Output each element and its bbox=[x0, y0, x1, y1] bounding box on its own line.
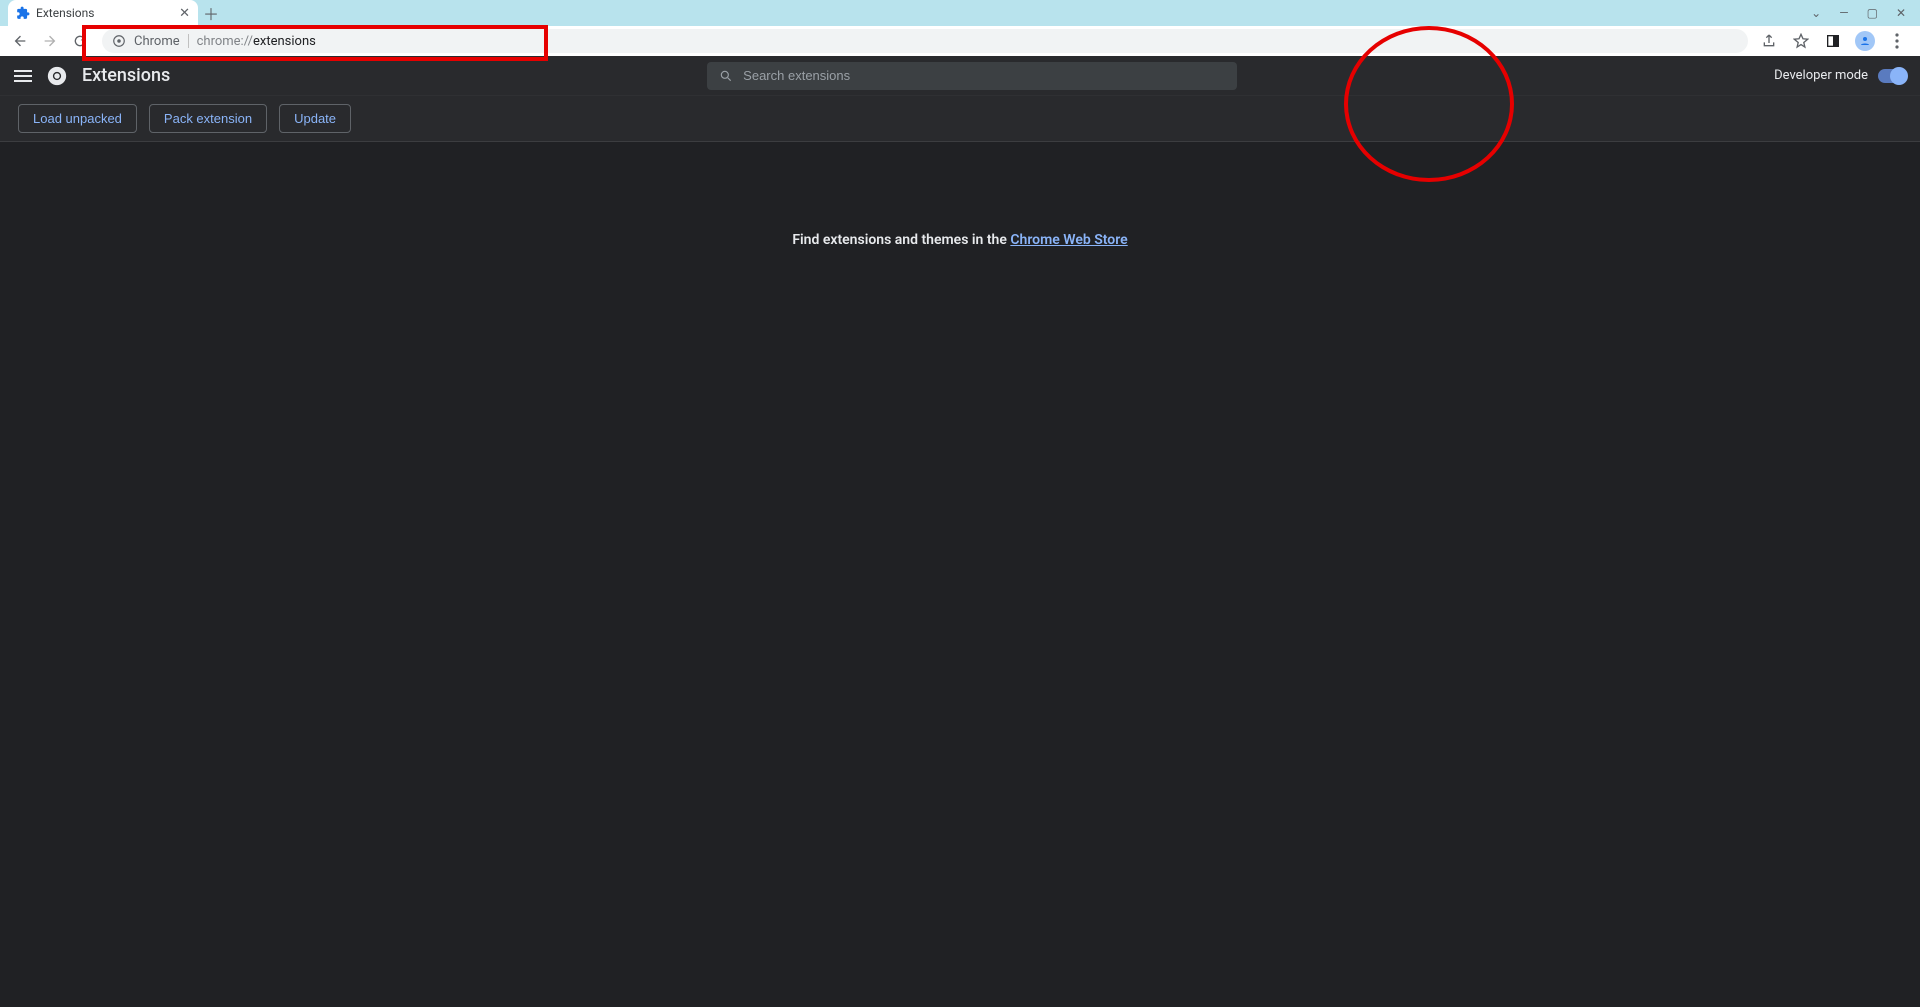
toolbar-right bbox=[1756, 28, 1914, 54]
hamburger-menu-icon[interactable] bbox=[14, 70, 32, 82]
address-bar[interactable]: Chrome chrome://extensions bbox=[102, 29, 1748, 53]
search-extensions[interactable] bbox=[707, 62, 1237, 90]
pack-extension-button[interactable]: Pack extension bbox=[149, 104, 267, 133]
extension-icon bbox=[16, 6, 30, 20]
empty-state-text: Find extensions and themes in the Chrome… bbox=[792, 232, 1127, 1007]
omnibox-prefix: Chrome bbox=[134, 34, 180, 49]
extensions-header: Extensions Developer mode bbox=[0, 56, 1920, 96]
chrome-web-store-link[interactable]: Chrome Web Store bbox=[1010, 232, 1127, 248]
profile-avatar[interactable] bbox=[1852, 28, 1878, 54]
developer-toolbar: Load unpacked Pack extension Update bbox=[0, 96, 1920, 142]
site-info-icon[interactable] bbox=[112, 34, 126, 48]
developer-mode: Developer mode bbox=[1774, 68, 1906, 83]
back-button[interactable] bbox=[6, 27, 34, 55]
minimize-icon[interactable]: — bbox=[1839, 6, 1848, 20]
page-title: Extensions bbox=[82, 65, 170, 86]
browser-titlebar: Extensions ✕ ＋ ⌄ — ▢ ✕ bbox=[0, 0, 1920, 26]
developer-mode-toggle[interactable] bbox=[1878, 69, 1906, 83]
search-icon bbox=[719, 69, 733, 83]
window-controls: ⌄ — ▢ ✕ bbox=[1797, 0, 1920, 26]
browser-toolbar: Chrome chrome://extensions bbox=[0, 26, 1920, 56]
tab-close-icon[interactable]: ✕ bbox=[179, 6, 190, 21]
developer-mode-label: Developer mode bbox=[1774, 68, 1868, 83]
maximize-icon[interactable]: ▢ bbox=[1867, 6, 1878, 20]
avatar-icon bbox=[1855, 31, 1875, 51]
close-icon[interactable]: ✕ bbox=[1896, 6, 1906, 20]
toggle-knob bbox=[1890, 67, 1908, 85]
tab-title: Extensions bbox=[36, 6, 173, 20]
new-tab-button[interactable]: ＋ bbox=[198, 0, 224, 26]
forward-button[interactable] bbox=[36, 27, 64, 55]
chevron-down-icon[interactable]: ⌄ bbox=[1811, 6, 1821, 20]
chrome-logo-icon bbox=[46, 65, 68, 87]
extensions-content: Find extensions and themes in the Chrome… bbox=[0, 142, 1920, 1007]
update-button[interactable]: Update bbox=[279, 104, 351, 133]
bookmark-icon[interactable] bbox=[1788, 28, 1814, 54]
omnibox-divider bbox=[188, 34, 189, 48]
search-input[interactable] bbox=[743, 68, 1225, 83]
reload-button[interactable] bbox=[66, 27, 94, 55]
omnibox-url: chrome://extensions bbox=[197, 34, 316, 49]
browser-tab[interactable]: Extensions ✕ bbox=[8, 0, 198, 26]
share-icon[interactable] bbox=[1756, 28, 1782, 54]
kebab-menu-icon[interactable] bbox=[1884, 28, 1910, 54]
extensions-toolbar-icon[interactable] bbox=[1820, 28, 1846, 54]
load-unpacked-button[interactable]: Load unpacked bbox=[18, 104, 137, 133]
